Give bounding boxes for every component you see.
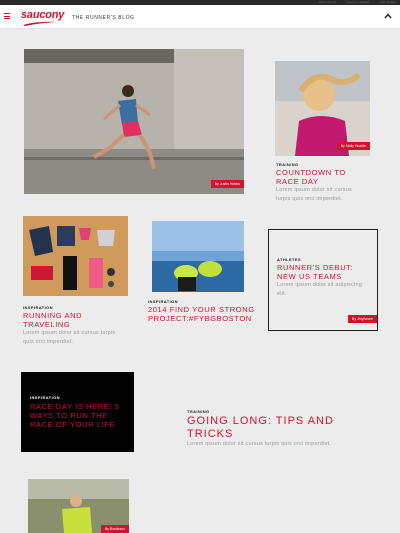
site-header: saucony THE RUNNER'S BLOG — [0, 5, 400, 29]
category-label: ATHLETES — [277, 257, 302, 262]
running-traveling-image[interactable] — [23, 216, 128, 296]
category-label: TRAINING — [187, 409, 210, 414]
category-label: INSPIRATION — [30, 395, 60, 400]
fybgboston-image[interactable] — [152, 221, 244, 292]
partial-card-image[interactable] — [155, 528, 233, 533]
post-title[interactable]: GOING LONG: TIPS AND TRICKS — [187, 415, 337, 441]
logo-swoosh-icon — [23, 21, 57, 26]
post-title[interactable]: RUNNING AND TRAVELING — [23, 311, 113, 329]
countdown-image[interactable]: By Molly Huddle — [275, 61, 370, 156]
post-title[interactable]: RACE DAY IS HERE: 5 WAYS TO RUN THE RACE… — [30, 402, 125, 429]
runners-debut-card[interactable]: ATHLETES RUNNER'S DEBUT: NEW US TEAMS Lo… — [268, 229, 378, 331]
category-label: INSPIRATION — [23, 305, 53, 310]
post-excerpt: Lorem ipsum dolor sit cursus turpis quis… — [276, 187, 352, 202]
post-title[interactable]: 2014 FIND YOUR STRONG PROJECT:#FYBGBOSTO… — [148, 305, 258, 323]
saucony-logo[interactable]: saucony — [21, 9, 64, 21]
post-excerpt: Lorem ipsum dolor sit cursus turpis quis… — [187, 441, 332, 447]
photo-credit: By Molly Huddle — [336, 142, 370, 150]
category-label: TRAINING — [276, 162, 299, 167]
photo-credit: By Justin Hobbs — [210, 180, 244, 188]
photo-credit: By Jfoyhaven — [347, 315, 377, 323]
photo-credit: By Bordeaux — [100, 525, 129, 533]
blog-title: THE RUNNER'S BLOG — [72, 15, 135, 21]
post-title[interactable]: RUNNER'S DEBUT: NEW US TEAMS — [277, 263, 373, 281]
menu-icon[interactable] — [4, 13, 10, 19]
race-day-card[interactable]: INSPIRATION RACE DAY IS HERE: 5 WAYS TO … — [21, 372, 134, 452]
post-excerpt: Lorem ipsum dolor sit cursus turpis quis… — [23, 330, 116, 345]
hero-image[interactable]: By Justin Hobbs — [24, 49, 244, 194]
category-label: INSPIRATION — [148, 299, 178, 304]
post-title[interactable]: COUNTDOWN TO RACE DAY — [276, 168, 366, 186]
chevron-up-icon[interactable] — [384, 13, 392, 19]
trail-runner-image[interactable]: By Bordeaux — [28, 479, 129, 533]
post-excerpt: Lorem ipsum dolor sit adipiscing elit. — [277, 282, 362, 297]
